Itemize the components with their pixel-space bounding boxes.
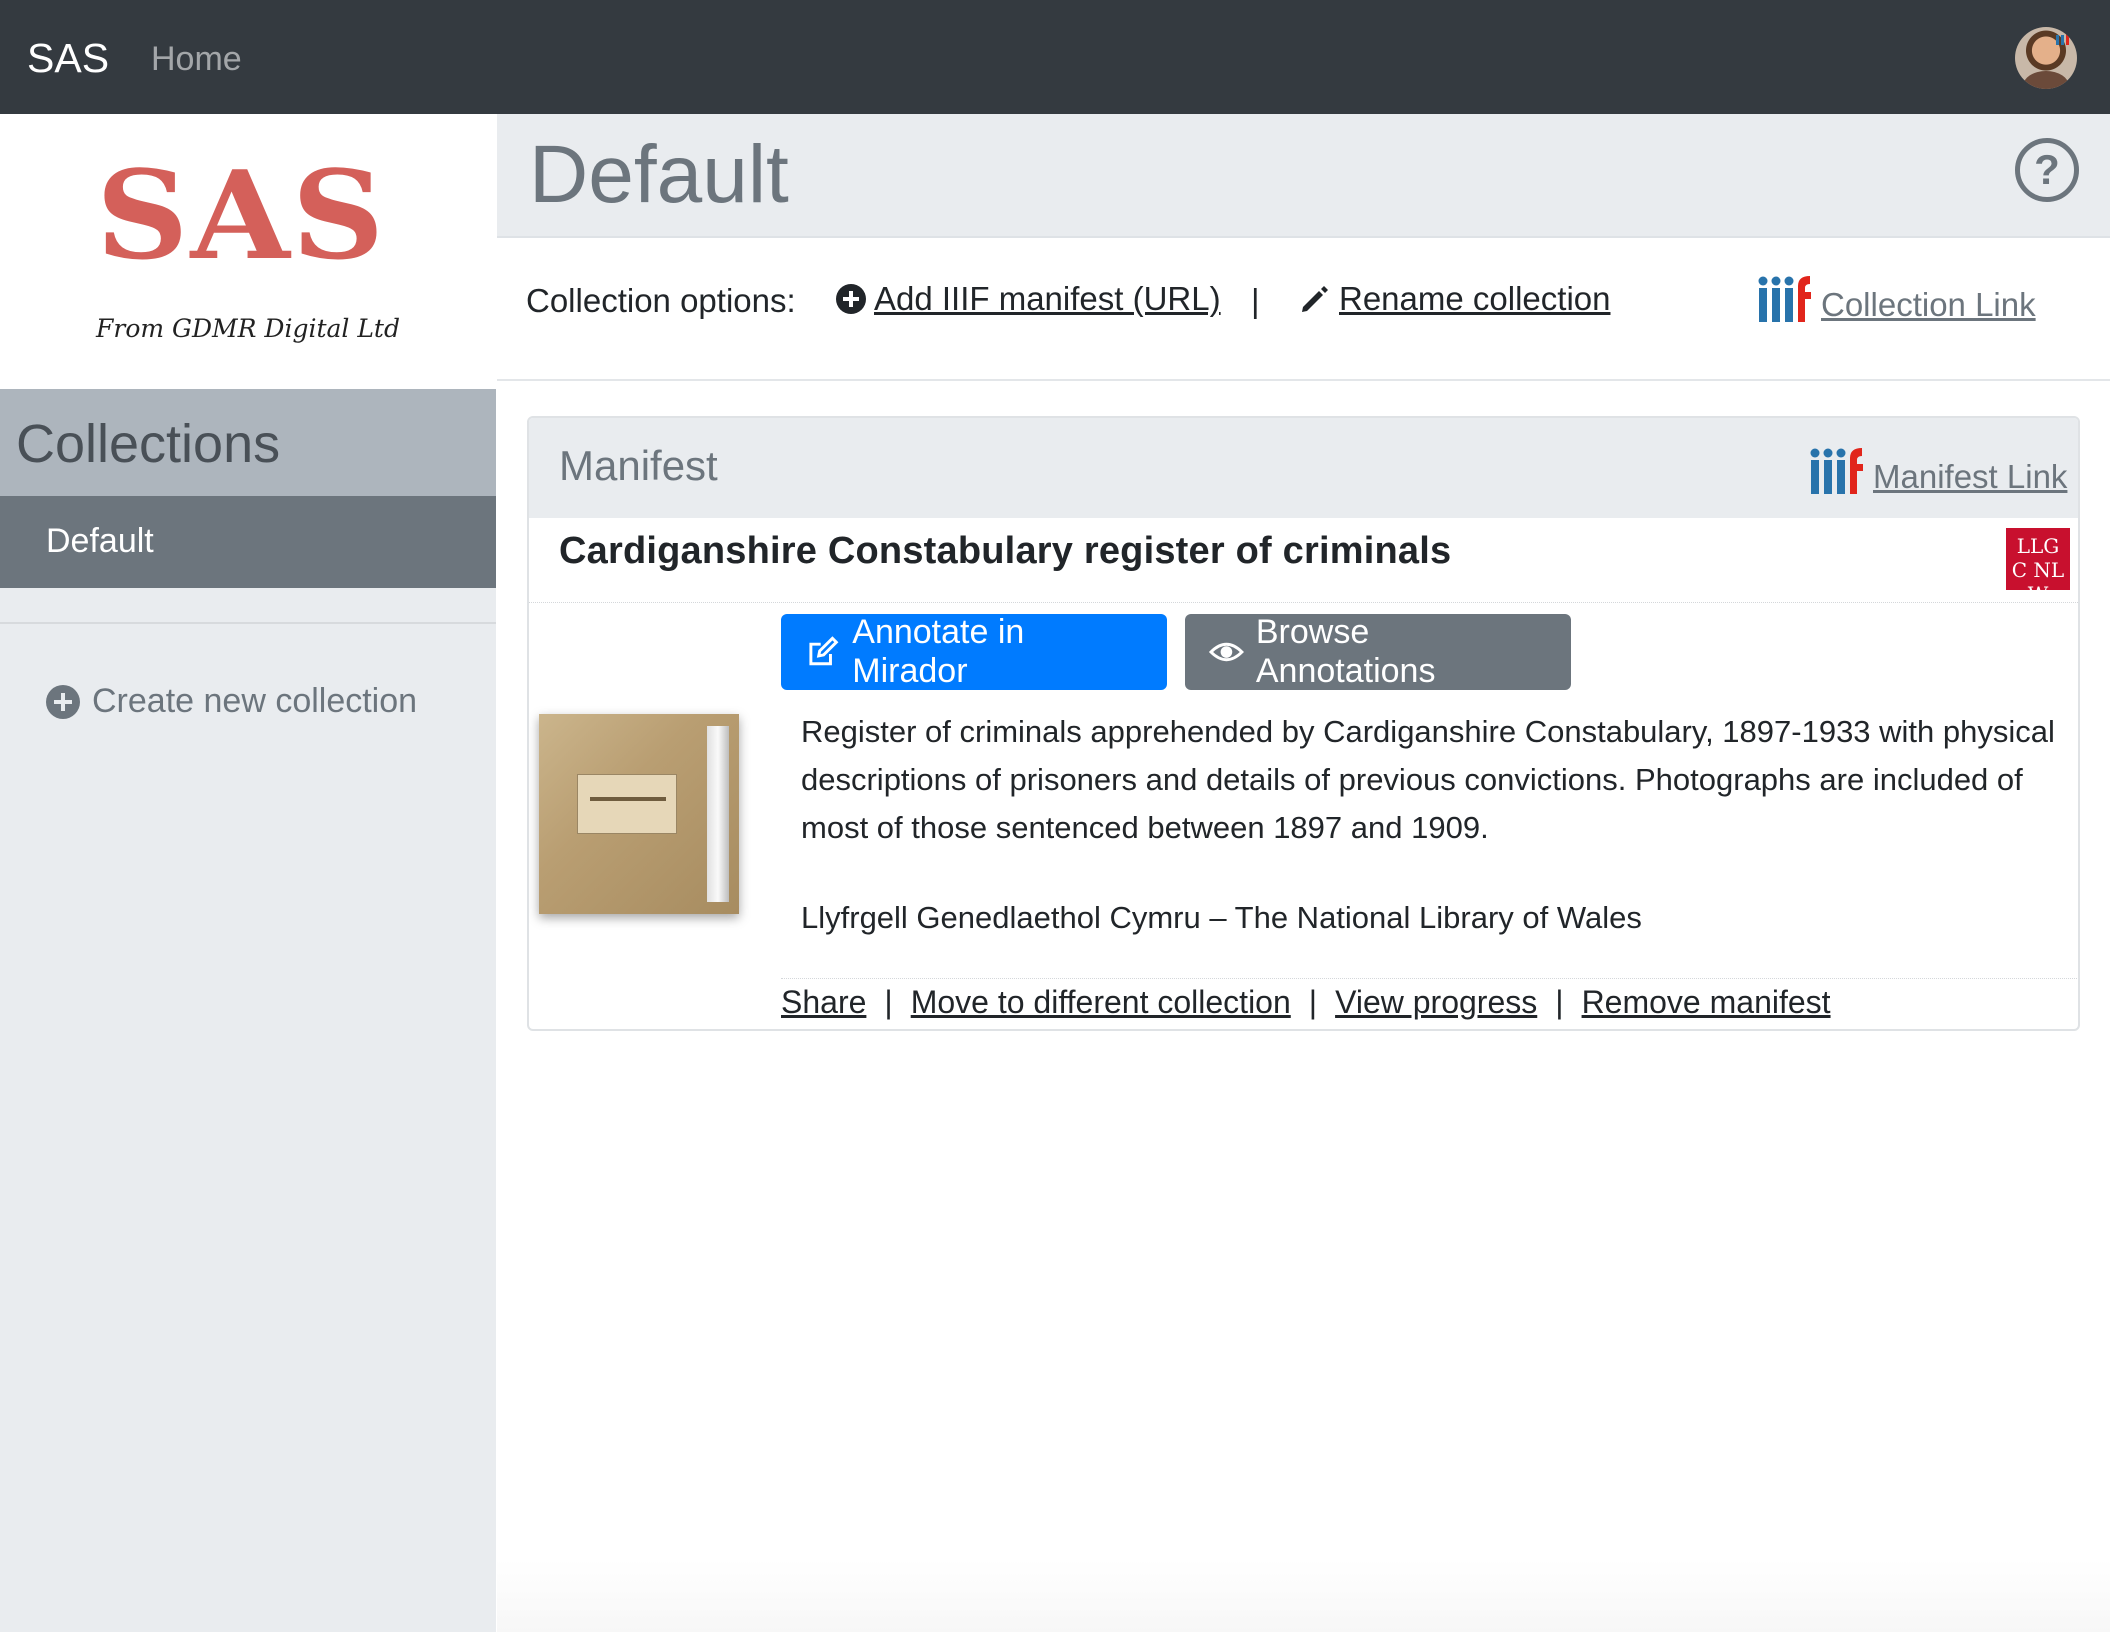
sidebar-item-default[interactable]: Default bbox=[0, 496, 496, 588]
manifest-description: Register of criminals apprehended by Car… bbox=[801, 714, 2055, 845]
create-collection-label: Create new collection bbox=[92, 682, 418, 720]
rename-collection-label: Rename collection bbox=[1339, 280, 1611, 317]
collection-link-label: Collection Link bbox=[1821, 286, 2036, 323]
nlw-logo-text: LLGC NLW bbox=[2011, 534, 2065, 606]
user-avatar[interactable] bbox=[2015, 27, 2077, 89]
share-link[interactable]: Share bbox=[781, 984, 866, 1021]
action-separator: | bbox=[884, 984, 893, 1020]
footer-divider bbox=[781, 978, 2078, 979]
sidebar-divider bbox=[0, 622, 496, 624]
manifest-actions: Share | Move to different collection | V… bbox=[781, 984, 1831, 1021]
avatar-shoulders bbox=[2023, 71, 2069, 89]
manifest-header-title: Manifest bbox=[559, 442, 718, 489]
add-manifest-link[interactable]: Add IIIF manifest (URL) bbox=[836, 280, 1221, 318]
collections-heading: Collections bbox=[0, 389, 496, 496]
sidebar-item-label: Default bbox=[46, 522, 154, 560]
page-header: Default ? bbox=[497, 114, 2110, 238]
sidebar: SAS From GDMR Digital Ltd Collections De… bbox=[0, 114, 496, 1632]
view-progress-link[interactable]: View progress bbox=[1335, 984, 1537, 1021]
manifest-card: Manifest Manifest Link Cardiganshire Con… bbox=[527, 416, 2080, 1031]
manifest-attribution: Llyfrgell Genedlaethol Cymru – The Natio… bbox=[801, 900, 1642, 935]
remove-manifest-link[interactable]: Remove manifest bbox=[1582, 984, 1831, 1021]
browse-button-label: Browse Annotations bbox=[1255, 613, 1436, 690]
action-separator: | bbox=[1308, 984, 1318, 1020]
sas-logo: SAS bbox=[96, 144, 387, 288]
page-title: Default bbox=[529, 129, 789, 220]
manifest-title: Cardiganshire Constabulary register of c… bbox=[559, 530, 1452, 572]
create-collection-button[interactable]: Create new collection bbox=[46, 682, 417, 721]
action-separator: | bbox=[1555, 984, 1564, 1020]
navbar-brand[interactable]: SAS bbox=[27, 35, 109, 82]
options-separator: | bbox=[1251, 282, 1260, 319]
rename-collection-link[interactable]: Rename collection bbox=[1299, 280, 1610, 318]
thumbnail-cover-label bbox=[577, 774, 677, 834]
avatar-badge-icon bbox=[2056, 33, 2069, 45]
collection-options-bar: Collection options: Add IIIF manifest (U… bbox=[497, 238, 2110, 381]
page-bottom bbox=[497, 1560, 2110, 1632]
help-icon[interactable]: ? bbox=[2015, 138, 2079, 202]
logo-subtitle: From GDMR Digital Ltd bbox=[96, 314, 400, 343]
annotate-button-label: Annotate in Mirador bbox=[852, 613, 1025, 690]
manifest-link[interactable]: Manifest Link bbox=[1809, 444, 2067, 496]
manifest-link-label: Manifest Link bbox=[1873, 458, 2068, 495]
manifest-thumbnail[interactable] bbox=[539, 714, 739, 914]
title-divider bbox=[529, 602, 2078, 603]
move-collection-link[interactable]: Move to different collection bbox=[911, 984, 1291, 1021]
collection-link[interactable]: Collection Link bbox=[1757, 272, 2036, 324]
browse-annotations-button[interactable]: Browse Annotations bbox=[1185, 613, 1571, 690]
plus-circle-icon bbox=[836, 284, 866, 314]
nav-home-link[interactable]: Home bbox=[151, 40, 242, 79]
thumbnail-scale-bar bbox=[707, 726, 729, 902]
collection-options-label: Collection options: bbox=[526, 282, 796, 319]
plus-circle-icon bbox=[46, 684, 80, 719]
annotate-in-mirador-button[interactable]: Annotate in Mirador bbox=[781, 613, 1167, 690]
collections-heading-text: Collections bbox=[16, 414, 281, 474]
add-manifest-label: Add IIIF manifest (URL) bbox=[874, 280, 1221, 317]
iiif-logo-icon bbox=[1810, 448, 1863, 494]
edit-icon bbox=[809, 636, 839, 666]
manifest-card-header: Manifest Manifest Link bbox=[529, 418, 2078, 518]
eye-icon bbox=[1209, 642, 1244, 662]
nlw-logo: LLGC NLW bbox=[2006, 528, 2070, 606]
iiif-logo-icon bbox=[1758, 276, 1811, 322]
logo-area: SAS From GDMR Digital Ltd bbox=[0, 114, 496, 389]
pencil-icon bbox=[1302, 286, 1328, 312]
top-navbar: SAS Home bbox=[0, 0, 2110, 114]
